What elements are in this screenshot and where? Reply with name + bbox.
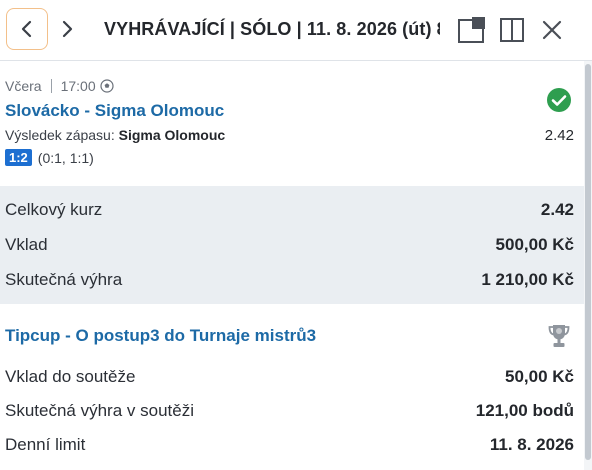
summary-value: 2.42	[540, 200, 574, 219]
summary-label: Celkový kurz	[5, 200, 103, 219]
forward-button[interactable]	[46, 8, 88, 50]
tipcup-label: Skutečná výhra v soutěži	[5, 401, 194, 420]
match-odd: 2.42	[544, 127, 574, 144]
tipcup-value: 50,00 Kč	[505, 367, 574, 386]
summary-row-actual-win: Skutečná výhra 1 210,00 Kč	[5, 268, 574, 292]
won-check-icon	[546, 87, 572, 118]
result-label: Výsledek zápasu:	[5, 127, 115, 143]
match-teams[interactable]: Slovácko - Sigma Olomouc	[5, 101, 224, 121]
summary-value: 500,00 Kč	[495, 235, 574, 254]
tipcup-label: Denní limit	[5, 435, 86, 454]
result-value: Sigma Olomouc	[118, 127, 226, 143]
football-icon	[100, 79, 114, 93]
tipcup-value: 121,00 bodů	[475, 401, 574, 420]
tipcup-section: Tipcup - O postup3 do Turnaje mistrů3 Vk…	[0, 306, 584, 470]
match-meta: Včera 17:00	[5, 78, 114, 94]
popout-button[interactable]	[456, 14, 488, 46]
tipcup-title[interactable]: Tipcup - O postup3 do Turnaje mistrů3	[5, 326, 316, 346]
bet-summary: Celkový kurz 2.42 Vklad 500,00 Kč Skuteč…	[0, 186, 584, 304]
summary-row-total-odds: Celkový kurz 2.42	[5, 198, 574, 222]
back-button[interactable]	[6, 8, 48, 50]
close-button[interactable]	[536, 14, 568, 46]
summary-label: Skutečná výhra	[5, 270, 123, 289]
tipcup-label: Vklad do soutěže	[5, 367, 136, 386]
score-row: 1:2 (0:1, 1:1)	[5, 149, 94, 166]
meta-separator	[50, 79, 52, 93]
trophy-icon	[546, 322, 572, 355]
match-card[interactable]: Včera 17:00 Slovácko - Sigma Olomouc Výs…	[0, 62, 584, 184]
summary-row-stake: Vklad 500,00 Kč	[5, 233, 574, 257]
scrollbar-thumb[interactable]	[585, 64, 591, 460]
score-halves: (0:1, 1:1)	[37, 149, 94, 166]
tipcup-row-entry: Vklad do soutěže 50,00 Kč	[5, 365, 574, 389]
close-icon	[542, 20, 562, 40]
split-view-button[interactable]	[496, 14, 528, 46]
header: VYHRÁVAJÍCÍ | SÓLO | 11. 8. 2026 (út) 8.…	[0, 0, 592, 60]
match-day: Včera	[5, 78, 42, 94]
header-divider	[0, 60, 592, 61]
tipcup-row-limit: Denní limit 11. 8. 2026	[5, 433, 574, 457]
match-result: Výsledek zápasu: Sigma Olomouc	[5, 127, 225, 143]
match-time: 17:00	[60, 78, 96, 94]
chevron-right-icon	[62, 20, 73, 38]
tipcup-value: 11. 8. 2026	[489, 435, 574, 454]
tipcup-row-win: Skutečná výhra v soutěži 121,00 bodů	[5, 399, 574, 423]
score-badge: 1:2	[5, 149, 32, 166]
summary-value: 1 210,00 Kč	[481, 270, 574, 289]
chevron-left-icon	[21, 20, 32, 38]
split-panel-icon	[500, 18, 524, 42]
page-title: VYHRÁVAJÍCÍ | SÓLO | 11. 8. 2026 (út) 8.…	[104, 19, 440, 39]
summary-label: Vklad	[5, 235, 48, 254]
popout-window-icon	[458, 17, 485, 43]
